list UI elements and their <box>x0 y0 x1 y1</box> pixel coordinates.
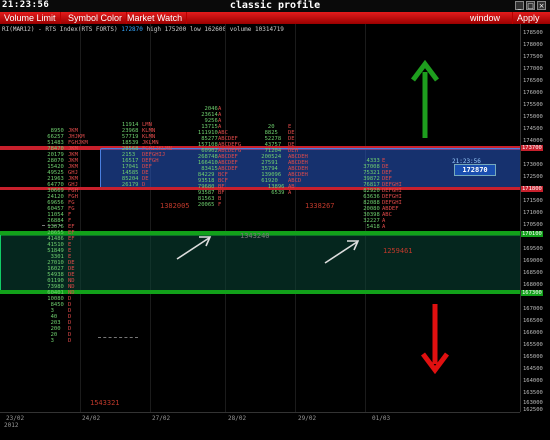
price-tick-highlight: 173700 <box>521 145 543 151</box>
grid-line <box>225 24 226 412</box>
volume-label: volume <box>229 26 252 33</box>
profile-volume-label: 1543321 <box>90 399 120 407</box>
price-tick-highlight: 170100 <box>521 231 543 237</box>
profile-letters-2: LMN KLMN KLMN JKLMN FGHIJKLMN DEFGHIJ DE… <box>142 122 172 188</box>
annotation-arrow-icon <box>176 236 212 260</box>
profile-column-4: 20 8825 52278 43757 71204 200524 27591 3… <box>261 124 285 196</box>
price-tick: 174000 <box>523 138 543 144</box>
menu-bar: Volume Limit Symbol Color Market Watch w… <box>0 12 550 24</box>
up-arrow-icon <box>411 60 439 138</box>
price-scale[interactable]: 178500 178000 177500 177000 176500 17600… <box>520 24 550 413</box>
profile-column-1: 8950 66257 51483 78470 20179 28070 15420… <box>47 128 64 344</box>
date-axis: 23/02 24/02 27/02 28/02 29/02 01/03 2012 <box>0 412 520 440</box>
low-label: low <box>189 26 201 33</box>
price-tick: 171000 <box>523 210 543 216</box>
price-tick: 162500 <box>523 407 543 413</box>
badge-price: 172870 <box>454 164 496 176</box>
price-tick: 178500 <box>523 30 543 36</box>
price-tick: 177000 <box>523 66 543 72</box>
profile-column-3: 2046 23614 9256 13715 111910 85277 15710… <box>197 106 218 208</box>
date-label: 27/02 <box>152 415 171 422</box>
profile-volume-label: 1338267 <box>305 202 335 210</box>
down-arrow-icon <box>421 304 449 374</box>
minimize-button[interactable]: _ <box>515 1 524 10</box>
date-label: 29/02 <box>298 415 317 422</box>
price-tick-highlight: 167300 <box>521 290 543 296</box>
price-tick: 176000 <box>523 90 543 96</box>
maximize-button[interactable]: □ <box>526 1 535 10</box>
price-tick: 176500 <box>523 78 543 84</box>
price-tick: 169000 <box>523 258 543 264</box>
profile-volume-label: 1382005 <box>160 202 190 210</box>
date-label: 28/02 <box>228 415 247 422</box>
profile-column-5: 4333 37008 75321 39872 76817 82920 63636… <box>363 158 380 230</box>
price-tick: 178000 <box>523 42 543 48</box>
price-tick: 163500 <box>523 390 543 396</box>
price-tick: 171500 <box>523 198 543 204</box>
price-tick: 164000 <box>523 378 543 384</box>
year-label: 2012 <box>4 422 19 429</box>
price-tick: 164500 <box>523 366 543 372</box>
poc-marker-line <box>42 225 62 226</box>
last-price: 172870 <box>121 26 143 33</box>
annotation-arrow-icon <box>324 240 360 264</box>
last-price-badge: 21:23:56 172870 <box>450 158 496 176</box>
price-tick: 168500 <box>523 270 543 276</box>
price-tick: 167000 <box>523 306 543 312</box>
price-tick: 174500 <box>523 126 543 132</box>
price-tick: 177500 <box>523 54 543 60</box>
price-tick: 169500 <box>523 246 543 252</box>
poc-marker-line <box>98 337 138 338</box>
symbol-label: RI(MAR12) - RTS Index(RTS FORTS) <box>2 26 118 33</box>
price-tick: 165500 <box>523 342 543 348</box>
price-tick: 170500 <box>523 222 543 228</box>
price-tick: 173000 <box>523 162 543 168</box>
profile-volume-label: 1259461 <box>383 247 413 255</box>
profile-letters-1: JKM JHJKM FGHJKM JKM JKM JKM JKM GHJ JKM… <box>68 128 88 344</box>
price-tick: 166500 <box>523 318 543 324</box>
profile-letters-5: E DE DEF DEF DEFGHI DEFGHI DEFGHI DEFGHI… <box>382 158 402 230</box>
menu-volume-limit[interactable]: Volume Limit <box>0 12 61 24</box>
high-label: high <box>146 26 161 33</box>
date-label: 23/02 <box>6 415 25 422</box>
grid-line <box>295 24 296 412</box>
close-button[interactable]: × <box>537 1 546 10</box>
profile-letters-3: A A A A ABC ABCDEF ABCDEFG ABCDEFG ABCDE… <box>218 106 242 208</box>
price-tick: 168000 <box>523 282 543 288</box>
volume-value: 10314719 <box>255 26 284 33</box>
price-tick: 163000 <box>523 400 543 406</box>
price-tick: 172500 <box>523 174 543 180</box>
app-window: 21:23:56 classic profile _ □ × Volume Li… <box>0 0 550 440</box>
price-tick-highlight: 171800 <box>521 186 543 192</box>
menu-window[interactable]: window <box>466 12 504 24</box>
window-title: classic profile <box>229 0 321 11</box>
price-tick: 165000 <box>523 354 543 360</box>
grid-line <box>150 24 151 412</box>
menu-market-watch[interactable]: Market Watch <box>123 12 188 24</box>
profile-column-2: 11914 23968 57719 18539 28568 2153 16517… <box>121 122 139 188</box>
apply-button[interactable]: Apply <box>512 12 544 24</box>
low-value: 162600 <box>204 26 227 33</box>
price-tick: 175500 <box>523 102 543 108</box>
instrument-info: RI(MAR12) - RTS Index(RTS FORTS) 172870 … <box>2 26 284 33</box>
high-value: 175200 <box>164 26 187 33</box>
profile-volume-label: 1343240 <box>240 232 270 240</box>
date-label: 24/02 <box>82 415 101 422</box>
price-tick: 175000 <box>523 114 543 120</box>
menu-symbol-color[interactable]: Symbol Color <box>64 12 128 24</box>
profile-letters-4: E DE DE DE DEH ABCDEH ABCDEH ABCDEH ABCD… <box>288 124 308 196</box>
date-label: 01/03 <box>372 415 391 422</box>
price-tick: 166000 <box>523 330 543 336</box>
